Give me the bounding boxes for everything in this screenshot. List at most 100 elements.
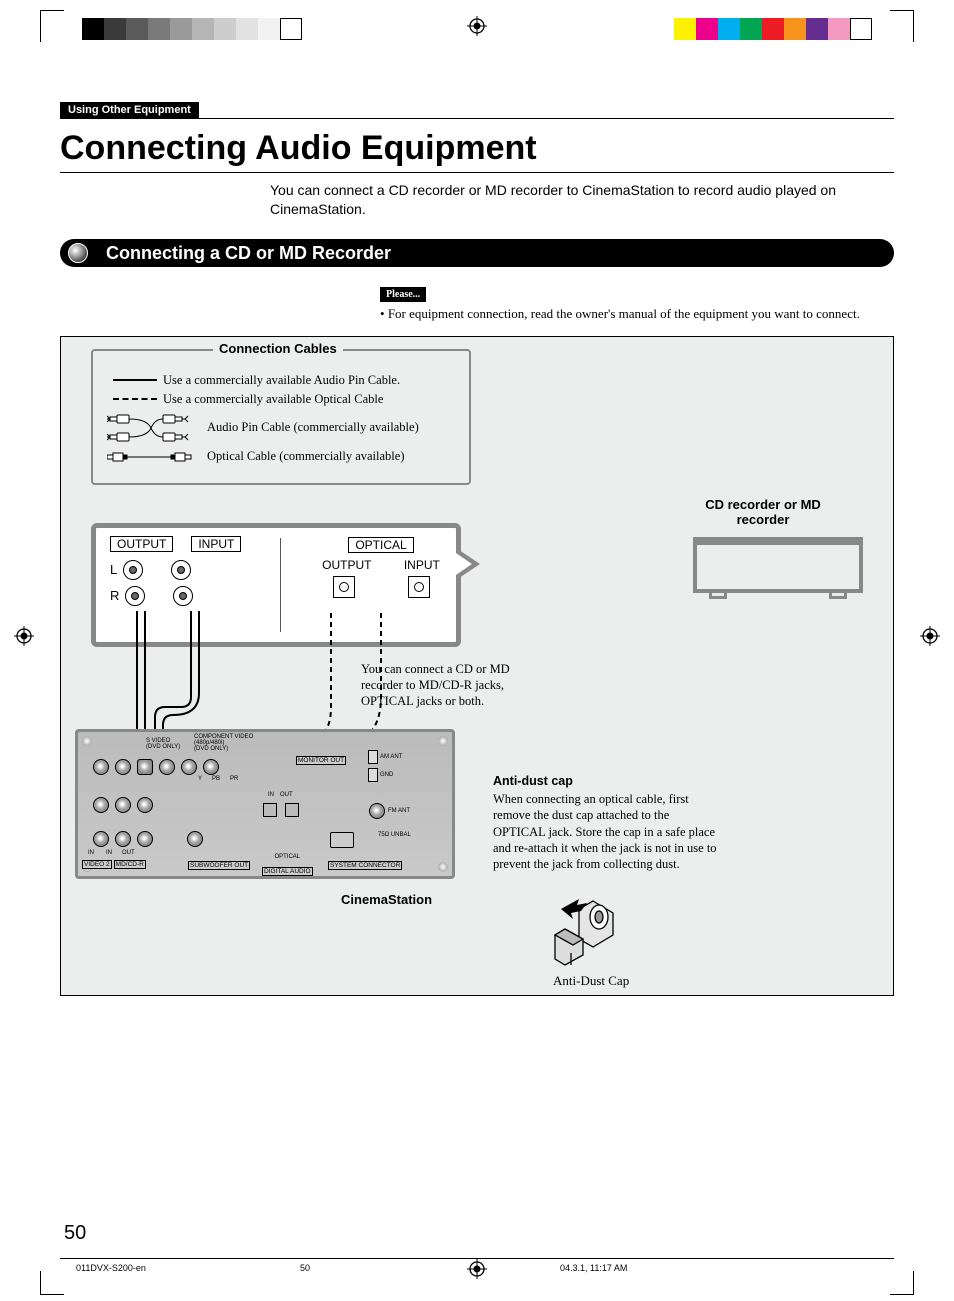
bullet-sphere-icon [68,243,88,263]
optical-in-jack [263,803,277,817]
component-pr-jack [203,759,219,775]
optical-plug-icon [107,449,207,465]
optical-output-jack [333,576,355,598]
footer-timestamp: 04.3.1, 11:17 AM [560,1263,627,1273]
out-label: OUT [122,850,135,856]
rca-plug-pair-icon [107,411,207,445]
in-label: IN [88,850,94,856]
recorder-caption: CD recorder or MD recorder [693,497,833,527]
page-number: 50 [64,1222,86,1245]
channel-l-label: L [110,562,117,577]
printer-registration-top [0,0,954,50]
registration-mark-left [14,626,34,646]
subheading-text: Connecting a CD or MD Recorder [106,243,391,263]
output-r-jack [125,586,145,606]
optical-panel-label: OPTICAL [262,854,313,860]
optical-label: Optical Cable (commercially available) [207,449,404,464]
system-connector-label: SYSTEM CONNECTOR [328,861,402,870]
crop-mark-bl [40,1271,64,1295]
input-r-jack [173,586,193,606]
connection-note: You can connect a CD or MD recorder to M… [361,661,541,710]
am-terminal [368,750,378,764]
optical-out-jack [285,803,299,817]
component-y-jack [159,759,175,775]
jack [93,831,109,847]
video2-label: VIDEO 2 [82,860,112,869]
pr-label: PR [230,776,238,782]
optical-label: OPTICAL [348,537,413,553]
video-jack [115,759,131,775]
recorder-device-icon [693,537,863,593]
cable-row-rca-pair: Audio Pin Cable (commercially available) [107,411,455,445]
digital-audio-label: DIGITAL AUDIO [262,867,313,876]
opt-in-label: IN [268,792,274,798]
subwoofer-label: SUBWOOFER OUT [188,861,250,870]
subheading-bar: Connecting a CD or MD Recorder [60,239,894,267]
solid-line-icon [113,379,157,381]
opt-out-label: OUT [280,792,293,798]
anti-dust-cap-icon [551,887,631,967]
am-label: AM ANT [380,754,402,760]
fm-jack [369,803,385,819]
y-label: Y [198,776,202,782]
component-sub: (DVD ONLY) [194,746,228,752]
registration-mark-right [920,626,940,646]
output-label: OUTPUT [110,536,173,552]
intro-paragraph: You can connect a CD recorder or MD reco… [270,181,894,219]
cinemastation-rear-panel: S VIDEO(DVD ONLY) COMPONENT VIDEO(480p/4… [75,729,455,879]
optical-input-jack [408,576,430,598]
footer-pagenum: 50 [300,1263,310,1273]
anti-dust-body: When connecting an optical cable, first … [493,791,723,872]
rca-pair-label: Audio Pin Cable (commercially available) [207,420,419,435]
subwoofer-jack [187,831,203,847]
connection-diagram: Connection Cables Use a commercially ava… [60,336,894,996]
crop-mark-br [890,1271,914,1295]
dashed-line-label: Use a commercially available Optical Cab… [163,392,383,407]
please-note-block: Please... For equipment connection, read… [380,285,894,322]
input-label: INPUT [191,536,241,552]
optical-input-label: INPUT [404,558,440,572]
registration-mark-bottom [467,1259,487,1279]
output-l-jack [123,560,143,580]
section-tag: Using Other Equipment [60,102,199,118]
input-l-jack [171,560,191,580]
anti-dust-cap-caption: Anti-Dust Cap [553,973,629,989]
system-connector-port [330,832,354,848]
svideo-sub: (DVD ONLY) [146,744,180,750]
video-jack [93,759,109,775]
connection-cables-fieldset: Connection Cables Use a commercially ava… [91,349,471,485]
cable-row-optical: Optical Cable (commercially available) [107,449,455,465]
anti-dust-heading: Anti-dust cap [493,773,723,789]
pb-label: PB [212,776,220,782]
analog-jacks-section: OUTPUT INPUT L R [110,536,270,608]
solid-line-label: Use a commercially available Audio Pin C… [163,373,400,388]
cable-row-dash: Use a commercially available Optical Cab… [107,392,455,407]
jack [93,797,109,813]
svideo-jack [137,759,153,775]
monitor-out-label: MONITOR OUT [296,756,346,765]
section-header-row: Using Other Equipment [60,100,894,119]
please-label: Please... [380,287,426,302]
optical-jacks-section: OPTICAL OUTPUT INPUT [306,536,456,600]
fieldset-legend: Connection Cables [213,341,343,356]
mdcdr-label: MD/CD-R [114,860,146,869]
dashed-line-icon [113,398,157,400]
gnd-terminal [368,768,378,782]
gnd-label: GND [380,772,393,778]
jack [137,831,153,847]
optical-output-label: OUTPUT [322,558,371,572]
anti-dust-text: Anti-dust cap When connecting an optical… [493,773,723,873]
fm-label: FM ANT [388,808,410,814]
jack [115,797,131,813]
ohm-label: 75Ω UNBAL [378,832,411,838]
recorder-rear-callout: OUTPUT INPUT L R OPTICAL [91,523,461,647]
in-label2: IN [106,850,112,856]
cinemastation-label: CinemaStation [341,892,432,907]
jack [137,797,153,813]
please-item: For equipment connection, read the owner… [380,306,894,322]
page-title: Connecting Audio Equipment [60,129,894,173]
channel-r-label: R [110,588,119,603]
cable-row-solid: Use a commercially available Audio Pin C… [107,373,455,388]
component-pb-jack [181,759,197,775]
jack [115,831,131,847]
